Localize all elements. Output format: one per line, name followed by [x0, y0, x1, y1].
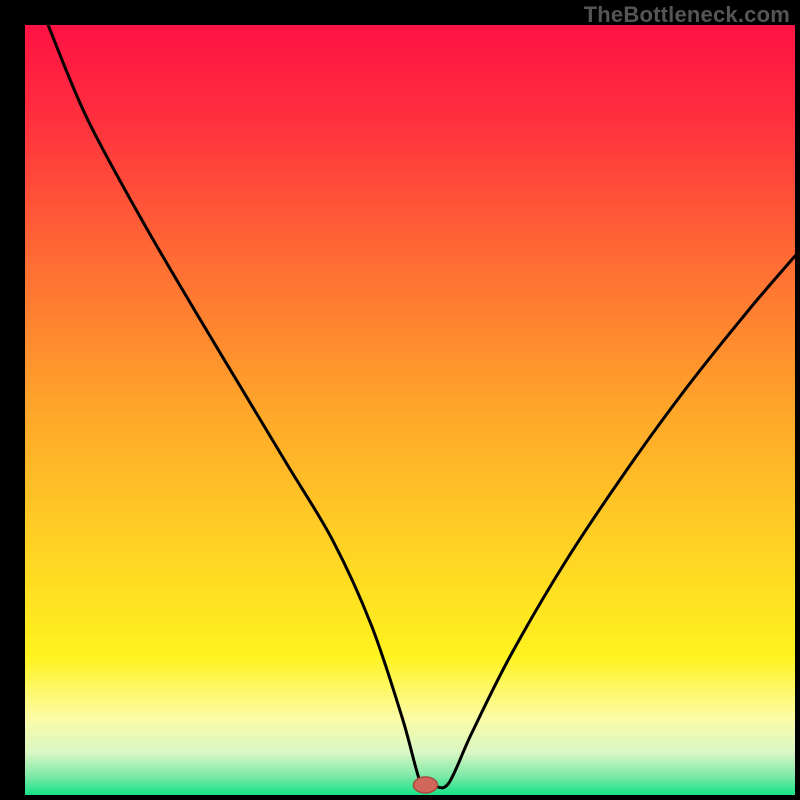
bottleneck-chart [0, 0, 800, 800]
optimum-marker [413, 777, 437, 793]
attribution-label: TheBottleneck.com [584, 2, 790, 28]
chart-frame: TheBottleneck.com [0, 0, 800, 800]
chart-plot-area [25, 25, 795, 795]
